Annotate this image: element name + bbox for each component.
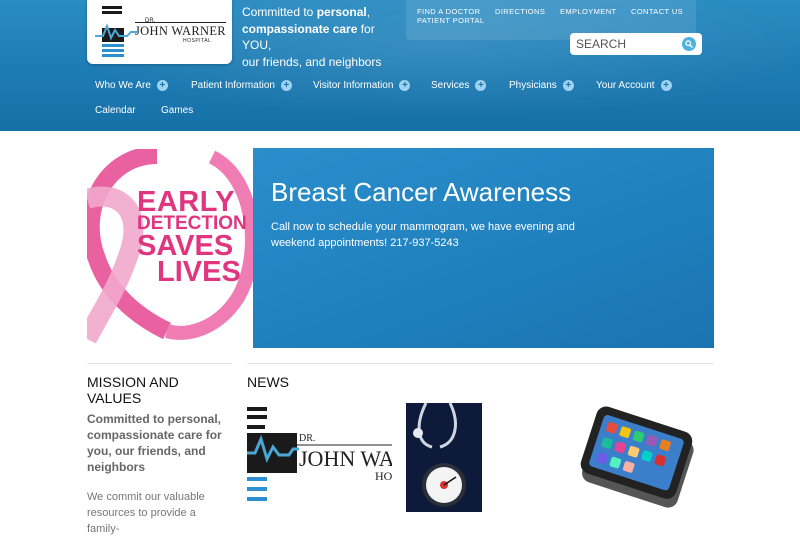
nav-physicians[interactable]: Physicians + (509, 80, 574, 91)
section-divider (247, 363, 714, 364)
nav-services-label: Services (431, 80, 470, 91)
thumb-logo-dr: DR. (299, 433, 316, 444)
nav-patient-information-label: Patient Information (191, 80, 275, 91)
mission-title: MISSION AND VALUES (87, 374, 179, 406)
plus-icon: + (156, 80, 168, 91)
tagline-part4: our friends, and neighbors (242, 54, 382, 69)
tagline-bold1: personal (316, 5, 367, 19)
search-icon[interactable] (682, 37, 696, 51)
tagline-part1: Committed to (242, 5, 317, 19)
hero-banner[interactable]: Breast Cancer Awareness Call now to sche… (253, 148, 714, 348)
directions-link[interactable]: DIRECTIONS (495, 7, 545, 16)
nav-games-label: Games (161, 105, 194, 116)
logo-wave-icon (95, 23, 137, 57)
plus-icon: + (660, 80, 672, 91)
mission-subtitle: Committed to personal, compassionate car… (87, 412, 222, 474)
news-thumb-phones[interactable] (567, 403, 713, 512)
logo-hospital-text: HOSPITAL (183, 38, 212, 44)
patient-portal-link[interactable]: PATIENT PORTAL (417, 16, 484, 25)
nav-your-account[interactable]: Your Account + (596, 80, 672, 91)
plus-icon: + (475, 80, 487, 91)
nav-who-we-are[interactable]: Who We Are + (95, 80, 168, 91)
hero-awareness-image: EARLY DETECTION SAVES LIVES (87, 149, 253, 347)
logo-name-text: JOHN WARNER (135, 22, 226, 38)
plus-icon: + (280, 80, 292, 91)
header-tagline: Committed to personal, compassionate car… (242, 4, 402, 70)
nav-your-account-label: Your Account (596, 80, 655, 91)
news-thumb-blood-pressure[interactable] (406, 403, 482, 512)
nav-physicians-label: Physicians (509, 80, 557, 91)
mission-body: We commit our valuable resources to prov… (87, 491, 205, 535)
find-doctor-link[interactable]: FIND A DOCTOR (417, 7, 480, 16)
nav-who-we-are-label: Who We Are (95, 80, 151, 91)
news-thumb-logo[interactable]: DR. JOHN WAI HO (247, 403, 392, 512)
hospital-logo[interactable]: DR. JOHN WARNER HOSPITAL (87, 0, 232, 64)
plus-icon: + (562, 80, 574, 91)
search-input[interactable] (576, 36, 676, 52)
hero-image-line4: LIVES (157, 256, 241, 288)
section-divider (87, 363, 232, 364)
employment-link[interactable]: EMPLOYMENT (560, 7, 617, 16)
thumb-logo-hospital: HO (375, 469, 392, 483)
tagline-bold2: compassionate care (242, 21, 358, 36)
news-title: NEWS (247, 374, 289, 390)
nav-calendar-label: Calendar (95, 105, 136, 116)
plus-icon: + (399, 80, 411, 91)
hero-title: Breast Cancer Awareness (271, 177, 572, 207)
nav-visitor-information[interactable]: Visitor Information + (313, 80, 411, 91)
logo-bars-icon (102, 6, 122, 16)
nav-visitor-information-label: Visitor Information (313, 80, 394, 91)
tagline-part2: , (366, 5, 371, 19)
nav-services[interactable]: Services + (431, 80, 487, 91)
hero-subtitle: Call now to schedule your mammogram, we … (271, 221, 575, 249)
nav-patient-information[interactable]: Patient Information + (191, 80, 292, 91)
contact-us-link[interactable]: CONTACT US (631, 7, 683, 16)
nav-calendar[interactable]: Calendar (95, 105, 136, 116)
nav-games[interactable]: Games (161, 105, 193, 116)
search-box (570, 33, 702, 55)
